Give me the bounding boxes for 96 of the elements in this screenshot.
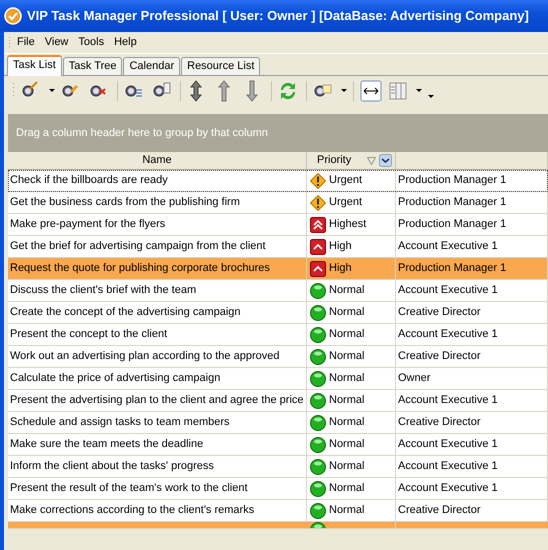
menu-item[interactable]: Tools	[74, 33, 108, 52]
tab[interactable]: Resource List	[181, 57, 260, 75]
table-cell-text: Normal	[329, 283, 364, 298]
table-cell-text: Present the advertising plan to the client and agree the price	[10, 393, 304, 408]
normal-priority-icon	[310, 502, 326, 518]
menu-item[interactable]: View	[40, 33, 72, 52]
normal-priority-icon	[310, 480, 326, 496]
table-cell-text: Creative Director	[398, 305, 481, 320]
normal-priority-icon	[310, 458, 326, 474]
table-row[interactable]: Make pre-payment for the flyers Highest Production Manager 1	[8, 214, 548, 236]
normal-priority-icon	[310, 326, 326, 342]
table-cell-text: High	[329, 239, 352, 254]
table-row[interactable]: Make sure the team meets the deadline Normal Account Executive 1	[8, 434, 548, 456]
table-cell-text: Work out an advertising plan according to the approved	[10, 349, 280, 364]
table-cell-text: Normal	[329, 503, 364, 518]
table-cell-text: Normal	[329, 327, 364, 342]
chevron-icon	[310, 238, 326, 254]
warning-icon	[310, 194, 326, 210]
table-cell-text: Production Manager 1	[398, 261, 506, 276]
table-cell-text: Account Executive 1	[398, 393, 498, 408]
table-row[interactable]: Discuss the client's brief with the team Normal Account Executive 1	[8, 280, 548, 302]
table-cell-text: Account Executive 1	[398, 437, 498, 452]
double-chevron-icon	[310, 216, 326, 232]
table-cell-text: Normal	[329, 305, 364, 320]
table-row[interactable]: Present the advertising plan to the client and agree the price Normal Account Executive 1	[8, 390, 548, 412]
table-cell-text: Production Manager 1	[398, 217, 506, 232]
table-cell-text: Urgent	[329, 195, 362, 210]
normal-priority-icon	[310, 348, 326, 364]
table-cell-text: High	[329, 261, 352, 276]
table-cell-text: Normal	[329, 481, 364, 496]
table-cell-text: Make pre-payment for the flyers	[10, 217, 166, 232]
normal-priority-icon	[310, 370, 326, 386]
table-row[interactable]: Check if the billboards are ready Urgent Production Manager 1	[8, 170, 548, 192]
table-cell-text: Schedule and assign tasks to team members	[10, 415, 230, 430]
column-width-icon[interactable]	[360, 80, 382, 102]
column-header[interactable]: Priority	[307, 152, 396, 169]
table-cell-text: Account Executive 1	[398, 481, 498, 496]
table-row[interactable]: Request the quote for publishing corporate brochures High Production Manager 1	[8, 258, 548, 280]
chevron-icon	[310, 260, 326, 276]
table-cell-text: Production Manager 1	[398, 195, 506, 210]
table-row[interactable]: Present the concept to the client Normal Account Executive 1	[8, 324, 548, 346]
caret-icon[interactable]	[341, 89, 347, 93]
table-cell-text: Present the result of the team's work to the client	[10, 481, 248, 496]
table-cell-text: Creative Director	[398, 503, 481, 518]
column-header-label: Priority	[317, 153, 352, 168]
normal-priority-icon	[310, 414, 326, 430]
table-row[interactable]: Present the result of the team's work to the client Normal Account Executive 1	[8, 478, 548, 500]
table-cell-text: Account Executive 1	[398, 283, 498, 298]
table-cell-text: Inform the client about the tasks' progress	[10, 459, 214, 474]
table-cell-text: Production Manager 1	[398, 173, 506, 188]
table-cell-text: Owner	[398, 371, 430, 386]
table-cell-text: Account Executive 1	[398, 239, 498, 254]
table-cell-text: Request the quote for publishing corporate brochures	[10, 261, 270, 276]
normal-priority-icon	[310, 392, 326, 408]
caret-icon[interactable]	[49, 89, 55, 93]
table-row[interactable]: Calculate the price of advertising campaign Normal Owner	[8, 368, 548, 390]
tab[interactable]: Task Tree	[62, 57, 122, 75]
table-cell-text: Normal	[329, 437, 364, 452]
menu-item[interactable]: File	[13, 33, 39, 52]
table-cell-text: Highest	[329, 217, 366, 232]
window-title: VIP Task Manager Professional [ User: Owner ] [DataBase: Advertising Company]	[27, 7, 529, 26]
table-cell-text: Normal	[329, 371, 364, 386]
table-cell-text: Normal	[329, 349, 364, 364]
table-cell-text: Create the concept of the advertising campaign	[10, 305, 241, 320]
table-cell-text: Get the business cards from the publishing firm	[10, 195, 240, 210]
table-cell-text: Present the concept to the client	[10, 327, 168, 342]
table-cell-text: Account Executive 1	[398, 327, 498, 342]
tab[interactable]: Calendar	[123, 57, 180, 75]
warning-icon	[310, 172, 326, 188]
table-cell-text: Make sure the team meets the deadline	[10, 437, 204, 452]
table-cell-text: Make corrections according to the client's remarks	[10, 503, 254, 518]
normal-priority-icon	[310, 436, 326, 452]
app-logo-icon	[4, 7, 22, 25]
table-cell-text: Normal	[329, 393, 364, 408]
table-cell-text: Creative Director	[398, 349, 481, 364]
table-cell-text: Creative Director	[398, 415, 481, 430]
table-row[interactable]: Create the concept of the advertising campaign Normal Creative Director	[8, 302, 548, 324]
column-header[interactable]: Name	[8, 152, 307, 169]
tab[interactable]: Task List	[7, 55, 62, 76]
normal-priority-icon	[310, 304, 326, 320]
table-row[interactable]: Schedule and assign tasks to team members Normal Creative Director	[8, 412, 548, 434]
group-panel: Drag a column header here to group by that column	[8, 114, 548, 152]
table-cell-text: Get the brief for advertising campaign from the client	[10, 239, 266, 254]
table-row[interactable]: Work out an advertising plan according to the approved Normal Creative Director	[8, 346, 548, 368]
table-cell-text: Normal	[329, 459, 364, 474]
normal-priority-icon	[310, 282, 326, 298]
table-row[interactable]: Get the business cards from the publishing firm Urgent Production Manager 1	[8, 192, 548, 214]
table-cell-text: Urgent	[329, 173, 362, 188]
table-cell-text: Calculate the price of advertising campaign	[10, 371, 220, 386]
dropdown-icon[interactable]	[379, 154, 392, 167]
table-cell-text: Discuss the client's brief with the team	[10, 283, 196, 298]
table-cell-text: Account Executive 1	[398, 459, 498, 474]
table-cell-text: Check if the billboards are ready	[10, 173, 168, 188]
table-cell-text: Normal	[329, 415, 364, 430]
table-row[interactable]: Inform the client about the tasks' progress Normal Account Executive 1	[8, 456, 548, 478]
menu-item[interactable]: Help	[110, 33, 141, 52]
